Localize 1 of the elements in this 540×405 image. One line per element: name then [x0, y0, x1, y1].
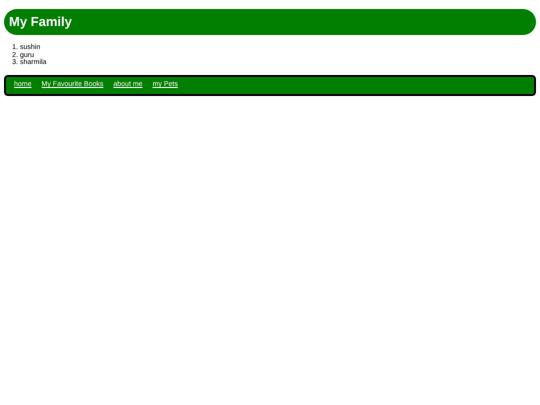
page-title: My Family — [9, 13, 72, 32]
